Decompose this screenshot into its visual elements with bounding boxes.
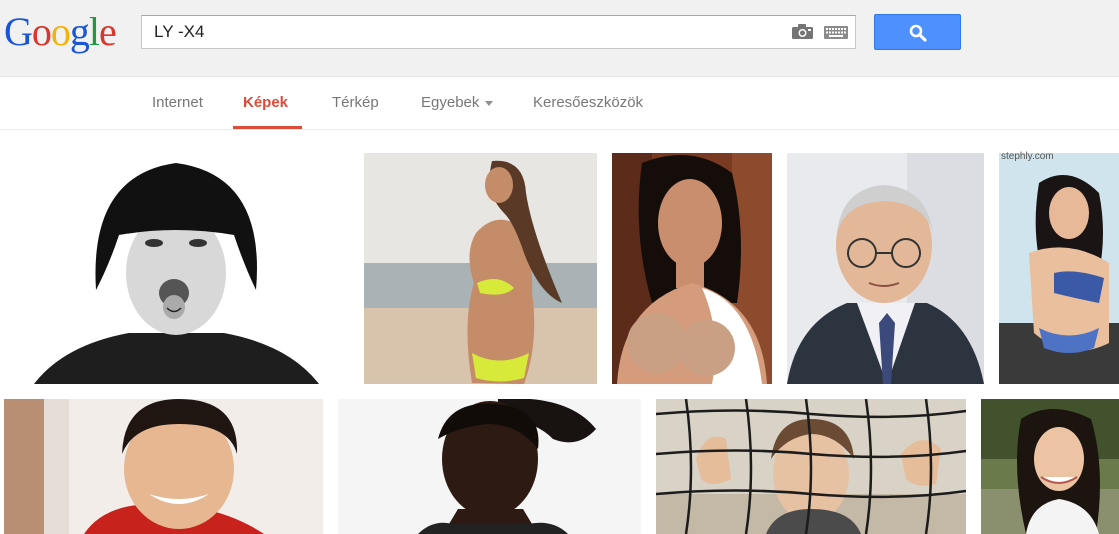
logo-letter: G <box>4 9 33 54</box>
result-thumbnail <box>787 153 984 384</box>
search-tabs: Internet Képek Térkép Egyebek Keresőeszk… <box>0 78 1119 130</box>
logo-letter: g <box>69 9 90 54</box>
result-thumbnail <box>4 155 349 384</box>
image-result[interactable] <box>787 153 984 384</box>
header-bar: Google <box>0 0 1119 77</box>
result-thumbnail <box>656 399 966 534</box>
result-thumbnail <box>612 153 772 384</box>
logo-letter: o <box>31 9 52 54</box>
result-thumbnail <box>338 399 641 534</box>
search-icon <box>909 24 927 42</box>
logo-letter: l <box>88 9 100 54</box>
image-result[interactable] <box>338 399 641 534</box>
google-logo[interactable]: Google <box>4 9 117 54</box>
search-box <box>141 15 856 49</box>
caret-down-icon <box>485 100 494 106</box>
result-thumbnail <box>364 153 597 384</box>
tab-search-tools[interactable]: Keresőeszközök <box>533 94 643 111</box>
image-result[interactable] <box>364 153 597 384</box>
search-input[interactable] <box>154 16 774 48</box>
tab-more[interactable]: Egyebek <box>421 94 494 111</box>
image-result[interactable] <box>999 153 1119 384</box>
tab-more-label: Egyebek <box>421 94 480 111</box>
camera-icon[interactable] <box>792 24 813 39</box>
tab-maps[interactable]: Térkép <box>332 94 379 111</box>
image-source-label: stephly.com <box>1001 151 1054 162</box>
image-result[interactable] <box>4 155 349 384</box>
image-result[interactable] <box>4 399 323 534</box>
result-thumbnail <box>4 399 323 534</box>
result-thumbnail <box>999 153 1119 384</box>
tab-internet[interactable]: Internet <box>152 94 203 111</box>
tab-images[interactable]: Képek <box>243 94 288 111</box>
image-result[interactable] <box>656 399 966 534</box>
search-button[interactable] <box>874 14 961 50</box>
result-thumbnail <box>981 399 1119 534</box>
logo-letter: e <box>99 9 117 54</box>
keyboard-icon[interactable] <box>824 26 848 39</box>
image-result[interactable] <box>981 399 1119 534</box>
image-result[interactable] <box>612 153 772 384</box>
logo-letter: o <box>50 9 71 54</box>
active-tab-indicator <box>233 126 302 129</box>
